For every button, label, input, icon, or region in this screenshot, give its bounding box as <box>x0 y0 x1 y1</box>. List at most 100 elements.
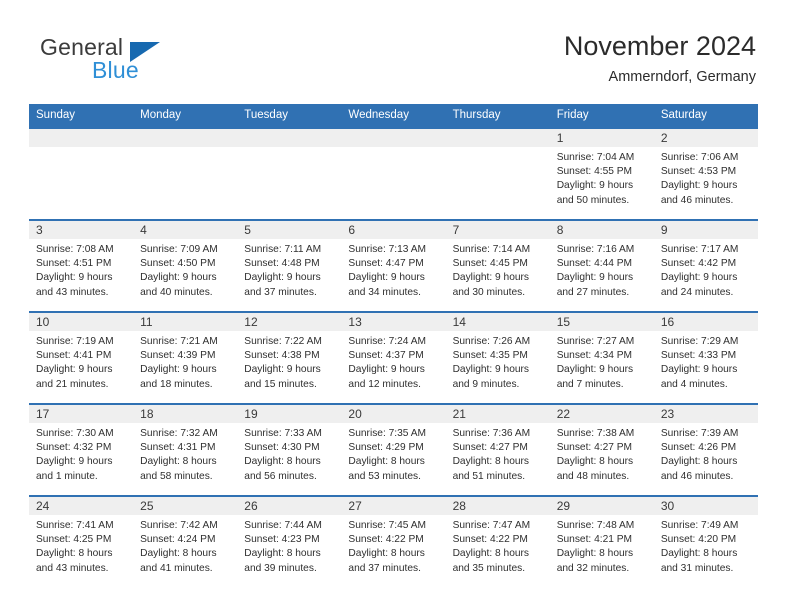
calendar-day-cell[interactable]: 28 Sunrise: 7:47 AM Sunset: 4:22 PM Dayligh… <box>445 495 550 587</box>
day-number: 18 <box>133 405 238 423</box>
calendar-day-cell[interactable]: 11 Sunrise: 7:21 AM Sunset: 4:39 PM Dayligh… <box>133 311 238 404</box>
daylight-line-2: and 41 minutes. <box>140 562 213 574</box>
sunrise-time: Sunrise: 7:38 AM <box>556 428 635 439</box>
day-details: Sunrise: 7:48 AM Sunset: 4:21 PM Daylight:… <box>550 515 654 576</box>
daylight-line-2: and 46 minutes. <box>660 470 734 482</box>
daylight-line-2: and 37 minutes. <box>244 286 317 298</box>
calendar-day-cell[interactable]: 23 Sunrise: 7:39 AM Sunset: 4:26 PM Dayligh… <box>653 403 758 496</box>
calendar-day-cell[interactable]: 13 Sunrise: 7:24 AM Sunset: 4:37 PM Dayligh… <box>341 311 446 404</box>
day-number: 29 <box>549 497 654 515</box>
calendar-day-cell[interactable]: 7 Sunrise: 7:14 AM Sunset: 4:45 PM Daylight… <box>445 219 550 312</box>
calendar-week-row: 1 Sunrise: 7:04 AM Sunset: 4:55 PM Daylight… <box>29 127 758 220</box>
page-subtitle: Ammerndorf, Germany <box>608 69 756 85</box>
day-number: 6 <box>341 221 446 239</box>
day-number <box>237 129 342 147</box>
sunset-time: Sunset: 4:38 PM <box>244 350 320 362</box>
daylight-line-1: Daylight: 9 hours <box>244 364 321 376</box>
daylight-line-2: and 9 minutes. <box>452 378 520 390</box>
calendar-week-row: 24 Sunrise: 7:41 AM Sunset: 4:25 PM Dayligh… <box>29 495 758 587</box>
calendar-day-cell[interactable]: 21 Sunrise: 7:36 AM Sunset: 4:27 PM Dayligh… <box>445 403 550 496</box>
day-cell-content: 26 Sunrise: 7:44 AM Sunset: 4:23 PM Dayligh… <box>237 497 342 585</box>
calendar-day-cell[interactable] <box>445 127 550 220</box>
day-cell-content: 24 Sunrise: 7:41 AM Sunset: 4:25 PM Dayligh… <box>29 497 134 585</box>
sunrise-time: Sunrise: 7:08 AM <box>36 244 114 255</box>
day-number: 5 <box>237 221 342 239</box>
calendar-day-cell[interactable]: 25 Sunrise: 7:42 AM Sunset: 4:24 PM Dayligh… <box>133 495 238 587</box>
day-number: 16 <box>653 313 758 331</box>
day-cell-content: 13 Sunrise: 7:24 AM Sunset: 4:37 PM Dayligh… <box>341 313 446 401</box>
day-cell-empty <box>237 129 342 217</box>
calendar-day-cell[interactable]: 12 Sunrise: 7:22 AM Sunset: 4:38 PM Dayligh… <box>237 311 342 404</box>
calendar-day-cell[interactable]: 9 Sunrise: 7:17 AM Sunset: 4:42 PM Daylight… <box>653 219 758 312</box>
sunrise-time: Sunrise: 7:33 AM <box>244 428 322 439</box>
day-details: Sunrise: 7:30 AM Sunset: 4:32 PM Daylight:… <box>29 423 133 484</box>
calendar-day-cell[interactable] <box>341 127 446 220</box>
day-cell-content: 5 Sunrise: 7:11 AM Sunset: 4:48 PM Daylight… <box>237 221 342 309</box>
calendar-day-cell[interactable]: 29 Sunrise: 7:48 AM Sunset: 4:21 PM Dayligh… <box>549 495 654 587</box>
calendar-day-cell[interactable]: 15 Sunrise: 7:27 AM Sunset: 4:34 PM Dayligh… <box>549 311 654 404</box>
day-cell-empty <box>29 129 134 217</box>
day-cell-content: 23 Sunrise: 7:39 AM Sunset: 4:26 PM Dayligh… <box>653 405 758 493</box>
daylight-line-1: Daylight: 9 hours <box>556 364 634 376</box>
calendar-day-cell[interactable]: 30 Sunrise: 7:49 AM Sunset: 4:20 PM Dayligh… <box>653 495 758 587</box>
daylight-line-2: and 58 minutes. <box>140 470 213 482</box>
day-details: Sunrise: 7:38 AM Sunset: 4:27 PM Daylight:… <box>550 423 654 484</box>
calendar-day-cell[interactable]: 3 Sunrise: 7:08 AM Sunset: 4:51 PM Daylight… <box>29 219 134 312</box>
daylight-line-2: and 35 minutes. <box>452 562 526 574</box>
calendar-day-cell[interactable]: 8 Sunrise: 7:16 AM Sunset: 4:44 PM Daylight… <box>549 219 654 312</box>
day-number: 21 <box>445 405 550 423</box>
calendar-day-cell[interactable]: 10 Sunrise: 7:19 AM Sunset: 4:41 PM Dayligh… <box>29 311 134 404</box>
day-number: 13 <box>341 313 446 331</box>
sunrise-time: Sunrise: 7:19 AM <box>36 336 114 347</box>
daylight-line-1: Daylight: 9 hours <box>36 272 113 284</box>
day-number <box>341 129 446 147</box>
daylight-line-1: Daylight: 8 hours <box>556 456 634 468</box>
calendar-week-row: 3 Sunrise: 7:08 AM Sunset: 4:51 PM Daylight… <box>29 219 758 312</box>
brand-logo[interactable]: General Blue <box>34 34 214 90</box>
calendar-day-cell[interactable]: 24 Sunrise: 7:41 AM Sunset: 4:25 PM Dayligh… <box>29 495 134 587</box>
calendar-day-cell[interactable]: 26 Sunrise: 7:44 AM Sunset: 4:23 PM Dayligh… <box>237 495 342 587</box>
calendar-day-cell[interactable]: 18 Sunrise: 7:32 AM Sunset: 4:31 PM Dayligh… <box>133 403 238 496</box>
daylight-line-2: and 43 minutes. <box>36 286 109 298</box>
calendar-day-cell[interactable]: 14 Sunrise: 7:26 AM Sunset: 4:35 PM Dayligh… <box>445 311 550 404</box>
daylight-line-1: Daylight: 9 hours <box>660 364 738 376</box>
day-number: 23 <box>653 405 758 423</box>
calendar-day-cell[interactable] <box>237 127 342 220</box>
day-cell-content: 21 Sunrise: 7:36 AM Sunset: 4:27 PM Dayligh… <box>445 405 550 493</box>
daylight-line-2: and 40 minutes. <box>140 286 213 298</box>
calendar-body: 1 Sunrise: 7:04 AM Sunset: 4:55 PM Daylight… <box>29 127 758 587</box>
calendar-week-row: 17 Sunrise: 7:30 AM Sunset: 4:32 PM Dayligh… <box>29 403 758 496</box>
sunrise-time: Sunrise: 7:26 AM <box>452 336 531 347</box>
day-cell-content: 2 Sunrise: 7:06 AM Sunset: 4:53 PM Daylight… <box>653 129 758 217</box>
daylight-line-2: and 32 minutes. <box>556 562 630 574</box>
sunset-time: Sunset: 4:20 PM <box>660 534 737 546</box>
calendar-day-cell[interactable]: 1 Sunrise: 7:04 AM Sunset: 4:55 PM Daylight… <box>549 127 654 220</box>
sunset-time: Sunset: 4:30 PM <box>244 442 320 454</box>
calendar-day-cell[interactable]: 6 Sunrise: 7:13 AM Sunset: 4:47 PM Daylight… <box>341 219 446 312</box>
day-details: Sunrise: 7:36 AM Sunset: 4:27 PM Daylight:… <box>446 423 550 484</box>
daylight-line-2: and 50 minutes. <box>556 194 630 206</box>
calendar-day-cell[interactable]: 17 Sunrise: 7:30 AM Sunset: 4:32 PM Dayligh… <box>29 403 134 496</box>
calendar-day-cell[interactable]: 16 Sunrise: 7:29 AM Sunset: 4:33 PM Dayligh… <box>653 311 758 404</box>
calendar-day-cell[interactable]: 27 Sunrise: 7:45 AM Sunset: 4:22 PM Dayligh… <box>341 495 446 587</box>
calendar-day-cell[interactable] <box>133 127 238 220</box>
sunrise-time: Sunrise: 7:42 AM <box>140 520 218 531</box>
day-number: 20 <box>341 405 446 423</box>
calendar-day-cell[interactable]: 2 Sunrise: 7:06 AM Sunset: 4:53 PM Daylight… <box>653 127 758 220</box>
calendar-day-cell[interactable]: 19 Sunrise: 7:33 AM Sunset: 4:30 PM Dayligh… <box>237 403 342 496</box>
calendar-day-cell[interactable] <box>29 127 134 220</box>
daylight-line-1: Daylight: 8 hours <box>660 456 738 468</box>
daylight-line-2: and 48 minutes. <box>556 470 630 482</box>
day-details: Sunrise: 7:17 AM Sunset: 4:42 PM Daylight:… <box>654 239 758 300</box>
day-details: Sunrise: 7:14 AM Sunset: 4:45 PM Daylight:… <box>446 239 550 300</box>
sunset-time: Sunset: 4:51 PM <box>36 258 112 270</box>
sunrise-time: Sunrise: 7:36 AM <box>452 428 531 439</box>
calendar-day-cell[interactable]: 4 Sunrise: 7:09 AM Sunset: 4:50 PM Daylight… <box>133 219 238 312</box>
day-details: Sunrise: 7:19 AM Sunset: 4:41 PM Daylight:… <box>29 331 133 392</box>
daylight-line-1: Daylight: 8 hours <box>244 548 321 560</box>
calendar-day-cell[interactable]: 22 Sunrise: 7:38 AM Sunset: 4:27 PM Dayligh… <box>549 403 654 496</box>
calendar-day-cell[interactable]: 5 Sunrise: 7:11 AM Sunset: 4:48 PM Daylight… <box>237 219 342 312</box>
daylight-line-1: Daylight: 8 hours <box>452 456 530 468</box>
calendar-day-cell[interactable]: 20 Sunrise: 7:35 AM Sunset: 4:29 PM Dayligh… <box>341 403 446 496</box>
sunset-time: Sunset: 4:44 PM <box>556 258 633 270</box>
